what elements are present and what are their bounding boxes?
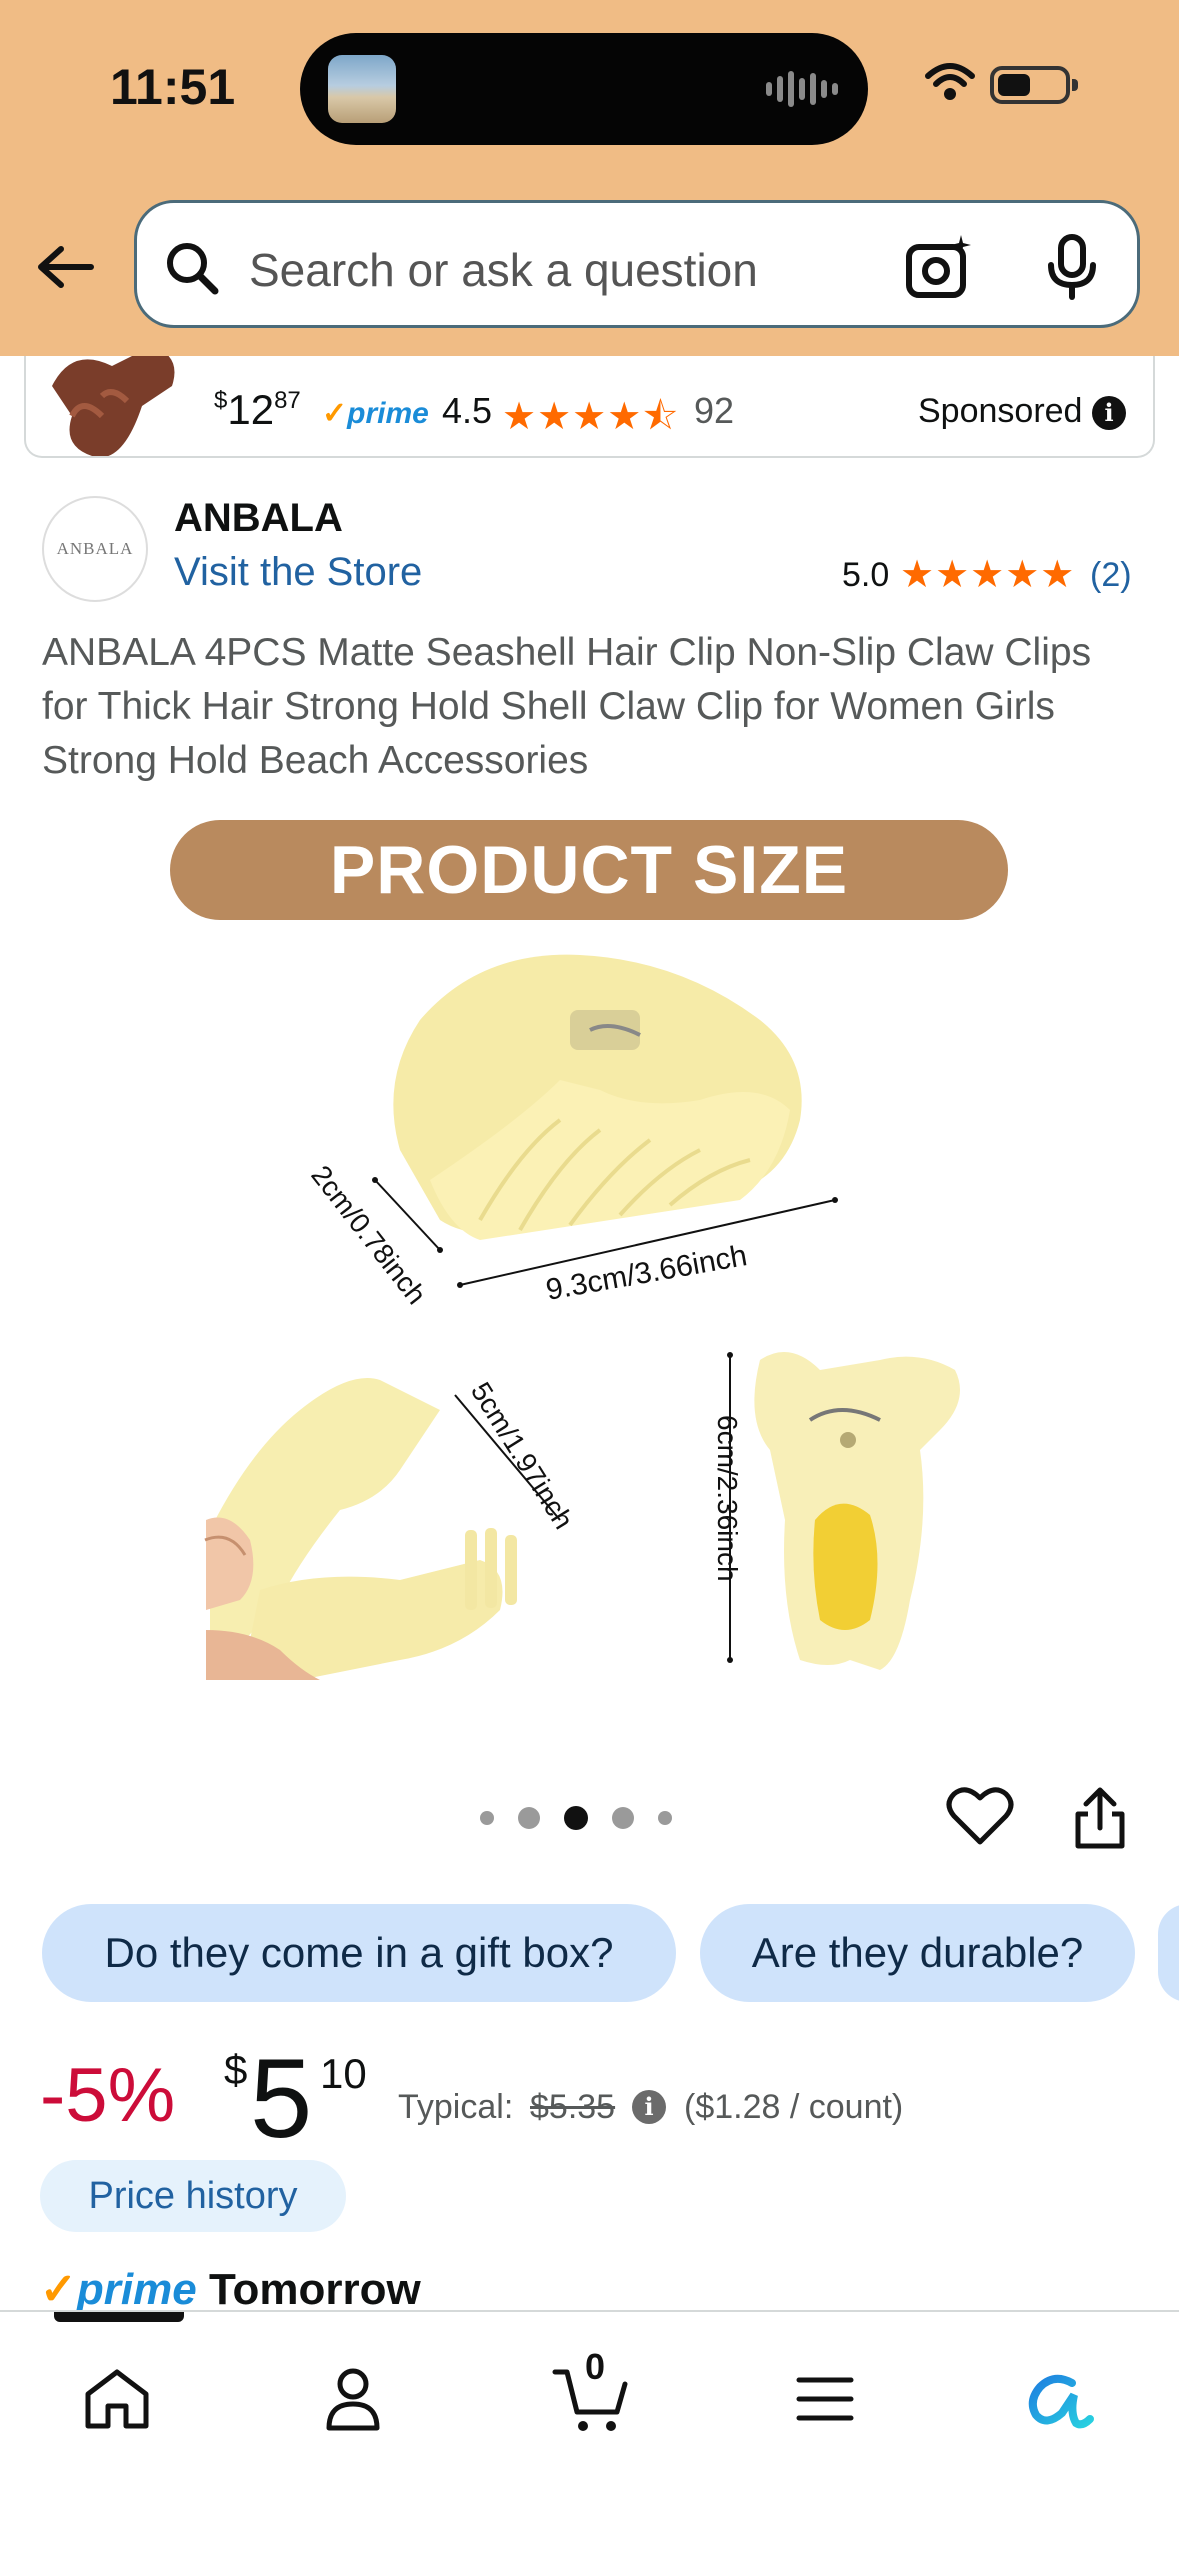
question-chip-gift-box[interactable]: Do they come in a gift box? xyxy=(42,1904,676,2002)
dim-height-side-label: 5cm/1.97inch xyxy=(465,1377,580,1535)
sponsored-product-thumbnail xyxy=(52,356,175,456)
bottom-navigation: 0 xyxy=(0,2310,1179,2556)
info-icon[interactable]: i xyxy=(632,2090,666,2124)
nav-menu[interactable] xyxy=(780,2354,870,2444)
info-icon[interactable]: i xyxy=(1092,396,1126,430)
search-input[interactable]: Search or ask a question xyxy=(249,243,758,297)
nav-home[interactable] xyxy=(72,2354,162,2444)
sponsored-stars: ★★★★⯪ xyxy=(502,396,680,438)
price-whole: 5 xyxy=(250,2036,313,2161)
account-icon xyxy=(326,2368,380,2431)
sponsored-price: $1287 xyxy=(214,386,301,433)
sponsored-review-count: 92 xyxy=(694,390,735,431)
cart-count-badge: 0 xyxy=(584,2346,606,2387)
now-playing-thumbnail xyxy=(328,55,396,123)
audio-wave-icon xyxy=(766,69,838,109)
question-chip-next[interactable] xyxy=(1158,1904,1179,2002)
search-icon xyxy=(167,243,219,295)
typical-price-label: Typical: xyxy=(398,2088,514,2126)
back-button[interactable] xyxy=(30,232,100,302)
sponsored-product-card[interactable]: $1287 ✓prime 4.5 ★★★★⯪ 92 Sponsored i xyxy=(24,356,1155,458)
carousel-dot[interactable] xyxy=(518,1807,540,1829)
carousel-dot[interactable] xyxy=(480,1811,494,1825)
dim-height-front-label: 6cm/2.36inch xyxy=(712,1415,743,1582)
discount-percent: -5% xyxy=(40,2053,176,2138)
heart-icon[interactable] xyxy=(946,1784,1014,1848)
prime-badge: ✓prime xyxy=(322,397,429,430)
dim-depth-label: 2cm/0.78inch xyxy=(305,1160,432,1310)
question-chip-durable[interactable]: Are they durable? xyxy=(700,1904,1135,2002)
brand-name: ANBALA xyxy=(174,496,343,540)
typical-price: $5.35 xyxy=(530,2088,616,2126)
store-stars[interactable]: ★★★★★ xyxy=(900,552,1075,597)
product-image[interactable]: 2cm/0.78inch 9.3cm/3.66inch 5cm/1.97inch… xyxy=(0,800,1179,1740)
status-time: 11:51 xyxy=(110,59,236,115)
sponsored-rating: 4.5 xyxy=(442,390,493,431)
dynamic-island[interactable] xyxy=(300,33,868,145)
share-icon[interactable] xyxy=(1070,1784,1130,1852)
price-fraction: 10 xyxy=(320,2050,367,2097)
price-history-button[interactable]: Price history xyxy=(40,2160,346,2232)
product-title: ANBALA 4PCS Matte Seashell Hair Clip Non… xyxy=(42,631,1092,782)
carousel-dot[interactable] xyxy=(658,1811,672,1825)
back-arrow-icon xyxy=(38,246,94,288)
price-symbol: $ xyxy=(224,2046,248,2093)
unit-price: ($1.28 / count) xyxy=(684,2088,904,2126)
carousel-dot-active[interactable] xyxy=(564,1806,588,1830)
carousel-dot[interactable] xyxy=(612,1807,634,1829)
wifi-icon xyxy=(925,63,975,100)
camera-search-icon[interactable] xyxy=(905,233,975,301)
prime-delivery: ✓prime Tomorrow xyxy=(40,2265,421,2314)
menu-icon xyxy=(796,2377,854,2421)
home-icon xyxy=(85,2369,149,2429)
header: 11:51 Search or ask a question xyxy=(0,0,1179,356)
brand-logo[interactable]: ANBALA xyxy=(42,496,148,602)
store-rating: 5.0 xyxy=(842,556,890,594)
visit-store-link[interactable]: Visit the Store xyxy=(174,550,422,595)
nav-rufus[interactable] xyxy=(1014,2354,1104,2444)
battery-icon xyxy=(990,66,1078,104)
active-tab-indicator xyxy=(54,2312,184,2322)
sponsored-label: Sponsored xyxy=(918,392,1083,430)
microphone-icon[interactable] xyxy=(1045,233,1099,301)
store-review-count[interactable]: (2) xyxy=(1090,556,1132,595)
rufus-ai-icon xyxy=(1028,2374,1094,2429)
dim-width-label: 9.3cm/3.66inch xyxy=(543,1239,749,1307)
nav-account[interactable] xyxy=(308,2354,398,2444)
search-bar[interactable]: Search or ask a question xyxy=(134,200,1140,328)
image-carousel-indicator[interactable] xyxy=(480,1806,672,1830)
